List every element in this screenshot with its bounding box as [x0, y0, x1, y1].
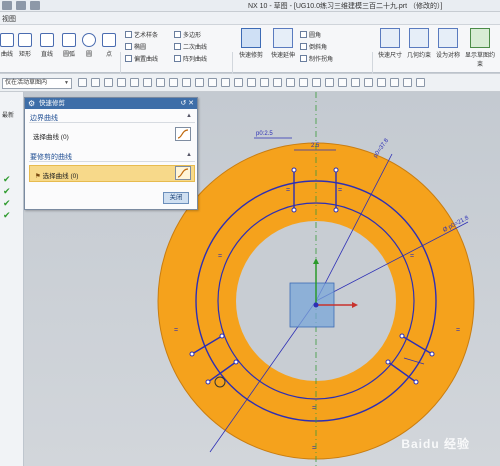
- origin-point: [313, 302, 319, 308]
- tab-view[interactable]: 视图: [2, 14, 16, 24]
- ribbon-chamfer[interactable]: 倒斜角: [300, 42, 327, 51]
- ribbon-studio-spline[interactable]: 艺术样条: [125, 30, 158, 39]
- dimension-label[interactable]: 2.5: [311, 143, 320, 149]
- check-icon: ✔: [3, 198, 11, 208]
- title-bar: NX 10 - 草图 - [UG10.0练习三维建模三百二十九.prt （修改的…: [0, 0, 500, 12]
- ribbon-point-button[interactable]: 点: [100, 33, 118, 58]
- quick-trim-dialog: ⚙ 快速修剪 ↺ ✕ 边界曲线 ▲ 选择曲线 (0) 要修剪的曲线 ▲ ⚑ 选择…: [24, 97, 198, 210]
- ribbon-circle-button[interactable]: 圆: [80, 33, 98, 58]
- show-constraints-icon: [470, 28, 490, 48]
- make-symmetric-icon: [438, 28, 458, 48]
- ribbon-quick-extend-button[interactable]: 快速延伸: [268, 28, 298, 59]
- menu-row: 视图: [0, 12, 500, 25]
- ribbon-conic[interactable]: 二次曲线: [174, 42, 207, 51]
- selection-toolbar: 仅在活动草图内 ▼: [0, 74, 500, 92]
- chevron-down-icon: ▼: [64, 80, 69, 86]
- geometric-constraint-icon: [409, 28, 429, 48]
- divider: [29, 122, 195, 123]
- window-title: NX 10 - 草图 - [UG10.0练习三维建模三百二十九.prt （修改的…: [248, 3, 443, 10]
- ribbon-rectangle-button[interactable]: 矩形: [14, 33, 36, 58]
- rapid-dimension-icon: [380, 28, 400, 48]
- check-icon: ✔: [3, 210, 11, 220]
- ribbon-ellipse[interactable]: 椭圆: [125, 42, 146, 51]
- select-trim-curve-button[interactable]: [175, 166, 191, 180]
- dialog-header-buttons[interactable]: ↺ ✕: [180, 98, 194, 109]
- select-boundary-curve-button[interactable]: [175, 127, 191, 141]
- dialog-header: ⚙ 快速修剪 ↺ ✕: [25, 98, 197, 109]
- ribbon-quick-trim-button[interactable]: 快速修剪: [236, 28, 266, 59]
- make-corner-icon: [300, 55, 307, 62]
- svg-text:=: =: [456, 327, 460, 334]
- curve-select-icon: [177, 129, 189, 139]
- ribbon-geometric-constraint-button[interactable]: 几何约束: [405, 28, 433, 59]
- gear-icon[interactable]: ⚙: [28, 99, 35, 108]
- ribbon-make-corner[interactable]: 制作拐角: [300, 54, 333, 63]
- ribbon-rapid-dimension-button[interactable]: 快速尺寸: [376, 28, 404, 59]
- chevron-up-icon[interactable]: ▲: [186, 152, 192, 158]
- select-trim-curve-label: ⚑ 选择曲线 (0): [35, 173, 79, 180]
- ellipse-icon: [125, 43, 132, 50]
- svg-text:=: =: [312, 445, 316, 452]
- quick-access-toolbar[interactable]: [2, 1, 40, 10]
- dimension-label[interactable]: p0:2.5: [256, 131, 273, 137]
- fillet-icon: [300, 31, 307, 38]
- svg-text:=: =: [312, 405, 316, 412]
- curve-select-icon: [177, 168, 189, 178]
- svg-text:=: =: [338, 187, 342, 194]
- left-panel-title: 最新: [2, 113, 15, 119]
- snap-icons[interactable]: [78, 78, 425, 87]
- ribbon-line-button[interactable]: 直线: [36, 33, 58, 58]
- dialog-title: 快速修剪: [39, 100, 65, 107]
- svg-text:=: =: [218, 253, 222, 260]
- spline-icon: [125, 31, 132, 38]
- check-icon: ✔: [3, 186, 11, 196]
- curve-icon: [0, 33, 14, 47]
- ribbon-curve-button[interactable]: 曲线: [0, 33, 14, 58]
- ribbon-pattern-curve[interactable]: 阵列曲线: [174, 54, 207, 63]
- svg-text:=: =: [410, 253, 414, 260]
- offset-curve-icon: [125, 55, 132, 62]
- resource-panel: 最新 ✔ ✔ ✔ ✔: [0, 92, 24, 466]
- chevron-up-icon[interactable]: ▲: [186, 113, 192, 119]
- point-icon: [102, 33, 116, 47]
- ribbon-make-symmetric-button[interactable]: 设为对称: [434, 28, 462, 59]
- quick-extend-icon: [273, 28, 293, 48]
- check-icon: ✔: [3, 174, 11, 184]
- arc-icon: [62, 33, 76, 47]
- ribbon-arc-button[interactable]: 圆弧: [58, 33, 80, 58]
- ribbon-show-constraints-button[interactable]: 显示草图约束: [463, 28, 497, 68]
- conic-icon: [174, 43, 181, 50]
- rectangle-icon: [18, 33, 32, 47]
- ribbon-polygon[interactable]: 多边形: [174, 30, 201, 39]
- quick-trim-icon: [241, 28, 261, 48]
- dimension-label[interactable]: p0=37.8: [373, 137, 391, 159]
- select-boundary-label: 选择曲线 (0): [33, 134, 69, 141]
- selection-filter-select[interactable]: 仅在活动草图内 ▼: [2, 78, 72, 89]
- ribbon-fillet[interactable]: 圆角: [300, 30, 321, 39]
- watermark: Baidu 经验: [401, 437, 470, 451]
- flag-icon: ⚑: [35, 173, 41, 180]
- ribbon-offset-curve[interactable]: 偏置曲线: [125, 54, 158, 63]
- svg-text:=: =: [174, 327, 178, 334]
- close-button[interactable]: 关闭: [163, 192, 189, 204]
- ribbon: 曲线 矩形 直线 圆弧 圆 点 艺术样条 多边形 椭圆 二次曲线 偏置曲线 阵列…: [0, 25, 500, 100]
- divider: [29, 161, 195, 162]
- chamfer-icon: [300, 43, 307, 50]
- pattern-curve-icon: [174, 55, 181, 62]
- svg-text:=: =: [286, 187, 290, 194]
- polygon-icon: [174, 31, 181, 38]
- line-icon: [40, 33, 54, 47]
- circle-icon: [82, 33, 96, 47]
